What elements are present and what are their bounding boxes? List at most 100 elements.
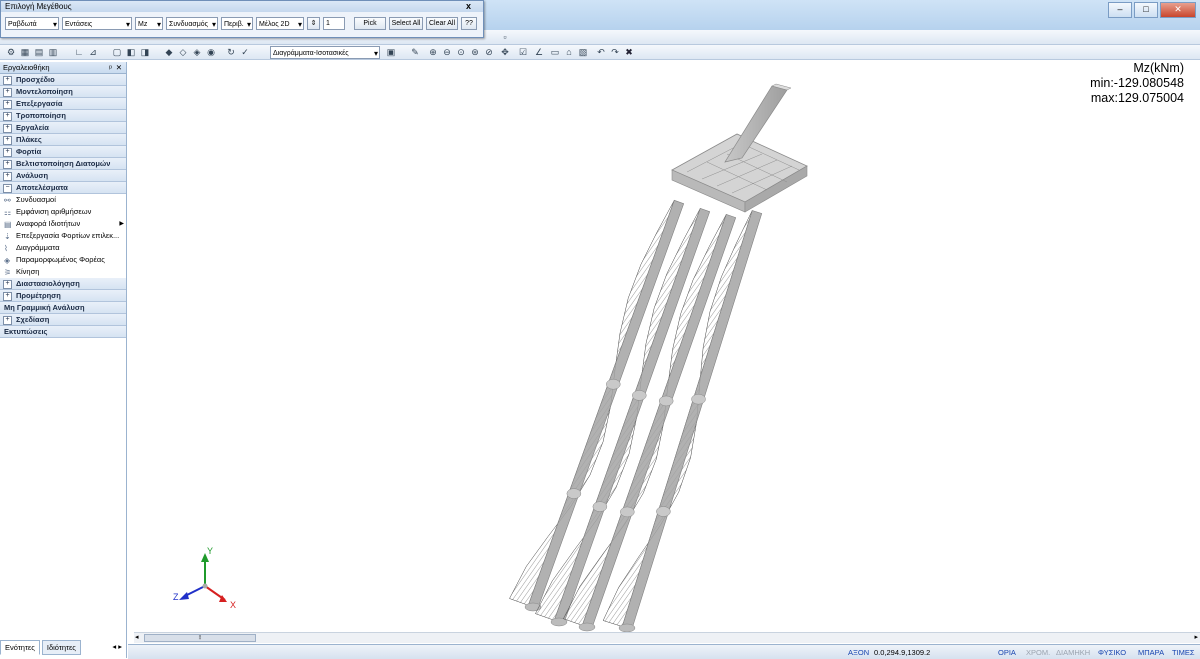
box-icon[interactable]: ▧ — [578, 47, 588, 57]
expand-icon[interactable]: + — [3, 76, 12, 85]
results-menu-item[interactable]: ▤ Αναφορά Ιδιοτήτων ▶ — [0, 218, 126, 230]
pin-icon[interactable]: ᵖ — [109, 62, 112, 73]
dialog-close-button[interactable]: x — [466, 1, 471, 11]
check-icon[interactable]: ✓ — [240, 47, 250, 57]
expand-icon[interactable]: + — [3, 316, 12, 325]
horizontal-scrollbar[interactable]: ◂ ⦙⦙ ▸ — [134, 632, 1200, 643]
toolbox-category[interactable]: + Προμέτρηση — [0, 290, 126, 302]
select-box-icon[interactable]: ☑ — [518, 47, 528, 57]
stepper-button[interactable]: ⇕ — [307, 17, 320, 30]
expand-icon[interactable]: + — [3, 160, 12, 169]
help-button[interactable]: ?? — [461, 17, 477, 30]
pile[interactable] — [553, 207, 711, 625]
pan-icon[interactable]: ✥ — [500, 47, 510, 57]
view-top-icon[interactable]: ◨ — [140, 47, 150, 57]
results-menu-item[interactable]: ⚞ Κίνηση — [0, 266, 126, 278]
results-menu-item[interactable]: ⚏ Εμφάνιση αριθμήσεων — [0, 206, 126, 218]
table-icon[interactable]: ▥ — [48, 47, 58, 57]
grid-icon[interactable]: ▦ — [20, 47, 30, 57]
pile-node[interactable] — [658, 395, 674, 407]
layers-icon[interactable]: ▤ — [34, 47, 44, 57]
expand-icon[interactable]: + — [3, 292, 12, 301]
toolbox-category[interactable]: Εκτυπώσεις — [0, 326, 126, 338]
component-combo[interactable]: Mz — [135, 17, 163, 30]
toolbox-category[interactable]: − Αποτελέσματα — [0, 182, 126, 194]
toolbox-category[interactable]: + Επεξεργασία — [0, 98, 126, 110]
zoom-out-icon[interactable]: ⊖ — [442, 47, 452, 57]
window-close-button[interactable]: ✕ — [1160, 2, 1196, 18]
pick-button[interactable]: Pick — [354, 17, 386, 30]
scroll-right-icon[interactable]: ▸ — [1194, 633, 1198, 641]
zoom-in-icon[interactable]: ⊕ — [428, 47, 438, 57]
zoom-extents-icon[interactable]: ⊛ — [470, 47, 480, 57]
toolbox-category[interactable]: + Φορτία — [0, 146, 126, 158]
toolbox-category[interactable]: + Βελτιστοποίηση Διατομών — [0, 158, 126, 170]
toolbox-category[interactable]: + Ανάλυση — [0, 170, 126, 182]
plot-icon[interactable]: ⊿ — [88, 47, 98, 57]
results-menu-item[interactable]: ◈ Παραμορφωμένος Φορέας — [0, 254, 126, 266]
axes-icon[interactable]: ∟ — [74, 47, 84, 57]
toolbox-category[interactable]: + Μοντελοποίηση — [0, 86, 126, 98]
expand-icon[interactable]: + — [3, 88, 12, 97]
expand-icon[interactable]: + — [3, 148, 12, 157]
expand-icon[interactable]: + — [3, 112, 12, 121]
collapse-icon[interactable]: − — [3, 184, 12, 193]
settings-icon[interactable]: ⚙ — [6, 47, 16, 57]
stepper-input[interactable]: 1 — [323, 17, 345, 30]
mode-bar[interactable]: ΜΠΑΡΑ — [1138, 647, 1164, 658]
combination-combo[interactable]: Συνδυασμός — [166, 17, 218, 30]
result-type-combo[interactable]: Εντάσεις — [62, 17, 132, 30]
element-type-combo[interactable]: Ραβδωτά — [5, 17, 59, 30]
pile-node[interactable] — [691, 393, 706, 405]
view-side-icon[interactable]: ◧ — [126, 47, 136, 57]
toolbox-category[interactable]: + Πλάκες — [0, 134, 126, 146]
scroll-left-icon[interactable]: ◂ — [135, 633, 139, 641]
delete-icon[interactable]: ✖ — [624, 47, 634, 57]
pile-node[interactable] — [656, 506, 671, 517]
pile-node[interactable] — [632, 390, 647, 401]
mode-color[interactable]: ΧΡΟΜ. — [1026, 647, 1050, 658]
measure-icon[interactable]: ∠ — [534, 47, 544, 57]
scroll-thumb[interactable]: ⦙⦙ — [144, 634, 256, 642]
view-front-icon[interactable]: ▢ — [112, 47, 122, 57]
tab-sections[interactable]: Ενότητες — [0, 640, 40, 655]
undo-icon[interactable]: ↶ — [596, 47, 606, 57]
clear-all-button[interactable]: Clear All — [426, 17, 458, 30]
expand-icon[interactable]: + — [3, 100, 12, 109]
expand-icon[interactable]: + — [3, 124, 12, 133]
tabs-nav-arrows[interactable]: ◂ ▸ — [108, 640, 126, 653]
render-icon[interactable]: ◉ — [206, 47, 216, 57]
toolbox-category[interactable]: + Σχεδίαση — [0, 314, 126, 326]
mode-longitudinal[interactable]: ΔΙΑΜΗΚΗ — [1056, 647, 1090, 658]
view-mode-combo[interactable]: Διαγράμματα-Ισοτασικές — [270, 46, 380, 59]
tool-icon[interactable]: ▫ — [500, 32, 510, 42]
apply-icon[interactable]: ▣ — [386, 47, 396, 57]
maximize-button[interactable]: □ — [1134, 2, 1158, 18]
toolbox-category[interactable]: Μη Γραμμική Ανάλυση — [0, 302, 126, 314]
results-menu-item[interactable]: ⌇ Διαγράμματα — [0, 242, 126, 254]
pencil-icon[interactable]: ✎ — [410, 47, 420, 57]
pile-node[interactable] — [620, 506, 635, 518]
toolbox-close-icon[interactable]: ✕ — [116, 62, 122, 73]
results-menu-item[interactable]: ⇣ Επεξεργασία Φορτίων επιλεκ... — [0, 230, 126, 242]
axis-mode-label[interactable]: ΑΞΟΝ — [848, 647, 869, 658]
results-menu-item[interactable]: ⚯ Συνδυασμοί — [0, 194, 126, 206]
zoom-prev-icon[interactable]: ⊘ — [484, 47, 494, 57]
pile-node[interactable] — [592, 501, 608, 512]
expand-icon[interactable]: + — [3, 172, 12, 181]
toolbox-category[interactable]: + Διαστασιολόγηση — [0, 278, 126, 290]
frame-icon[interactable]: ▭ — [550, 47, 560, 57]
mode-limits[interactable]: ΟΡΙΑ — [998, 647, 1016, 658]
expand-icon[interactable]: + — [3, 280, 12, 289]
envelope-combo[interactable]: Περιβ. — [221, 17, 253, 30]
minimize-button[interactable]: – — [1108, 2, 1132, 18]
toolbox-category[interactable]: + Εργαλεία — [0, 122, 126, 134]
house-icon[interactable]: ⌂ — [564, 47, 574, 57]
select-all-button[interactable]: Select All — [389, 17, 423, 30]
solid-icon[interactable]: ◈ — [192, 47, 202, 57]
shade-icon[interactable]: ◆ — [164, 47, 174, 57]
refresh-icon[interactable]: ↻ — [226, 47, 236, 57]
pile-node[interactable] — [566, 488, 582, 499]
mode-values[interactable]: ΤΙΜΕΣ — [1172, 647, 1195, 658]
member-combo[interactable]: Μέλος 2D — [256, 17, 304, 30]
